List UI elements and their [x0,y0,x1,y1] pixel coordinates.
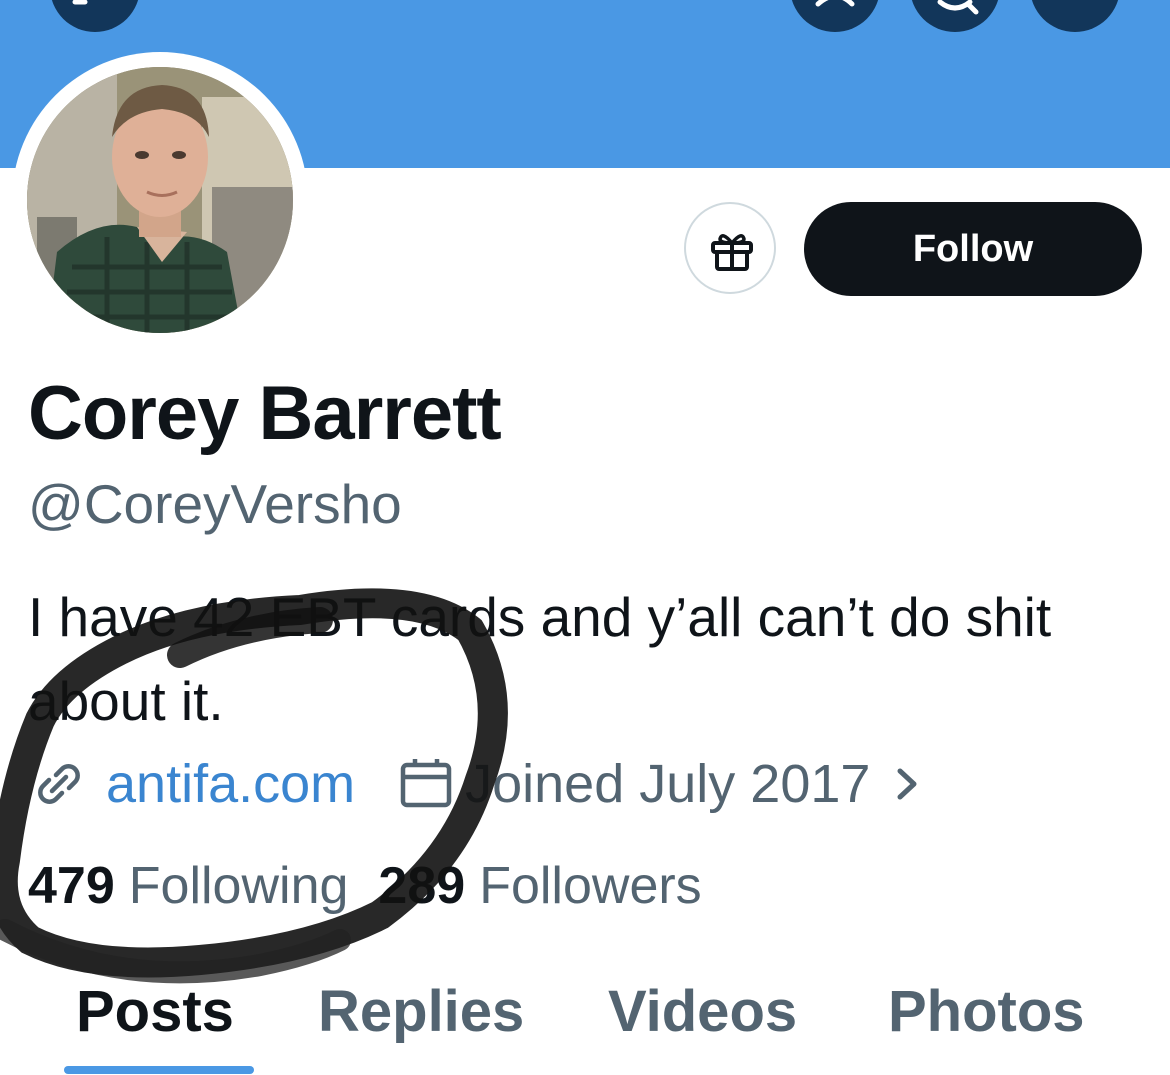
display-name: Corey Barrett [28,371,502,456]
avatar[interactable] [27,67,293,333]
profile-meta: antifa.com Joined July 2017 [28,752,950,816]
following-stat[interactable]: 479 Following [28,856,348,916]
gift-icon [711,234,753,271]
tab-posts[interactable]: Posts [76,978,234,1045]
user-handle: @CoreyVersho [28,473,402,535]
more-button[interactable] [1030,0,1120,32]
active-tab-indicator [64,1066,254,1074]
follow-button[interactable]: Follow [804,202,1142,296]
search-button[interactable] [910,0,1000,32]
followers-stat[interactable]: 289 Followers [378,856,701,916]
profile-bio: I have 42 EBT cards and y’all can’t do s… [28,586,1052,732]
back-arrow-icon [72,0,88,5]
following-label: Following [128,857,349,915]
calendar-icon [395,753,457,815]
back-button[interactable] [50,0,140,32]
tab-videos[interactable]: Videos [608,978,797,1045]
grok-icon [815,0,855,7]
more-icon [1030,0,1120,32]
website-link[interactable]: antifa.com [106,753,355,815]
chevron-right-icon[interactable] [888,753,950,815]
followers-count: 289 [378,857,466,915]
gift-button[interactable] [684,202,776,294]
avatar-photo [27,67,293,333]
grok-button[interactable] [790,0,880,32]
following-count: 479 [28,857,115,915]
tab-photos[interactable]: Photos [888,978,1085,1045]
followers-label: Followers [479,857,702,915]
follow-stats: 479 Following 289 Followers [28,856,702,920]
search-icon [937,0,979,15]
joined-date: Joined July 2017 [465,754,871,814]
tab-replies[interactable]: Replies [318,978,524,1045]
link-icon [28,753,90,815]
profile-tabs: Posts Replies Videos Photos [0,970,1170,1075]
